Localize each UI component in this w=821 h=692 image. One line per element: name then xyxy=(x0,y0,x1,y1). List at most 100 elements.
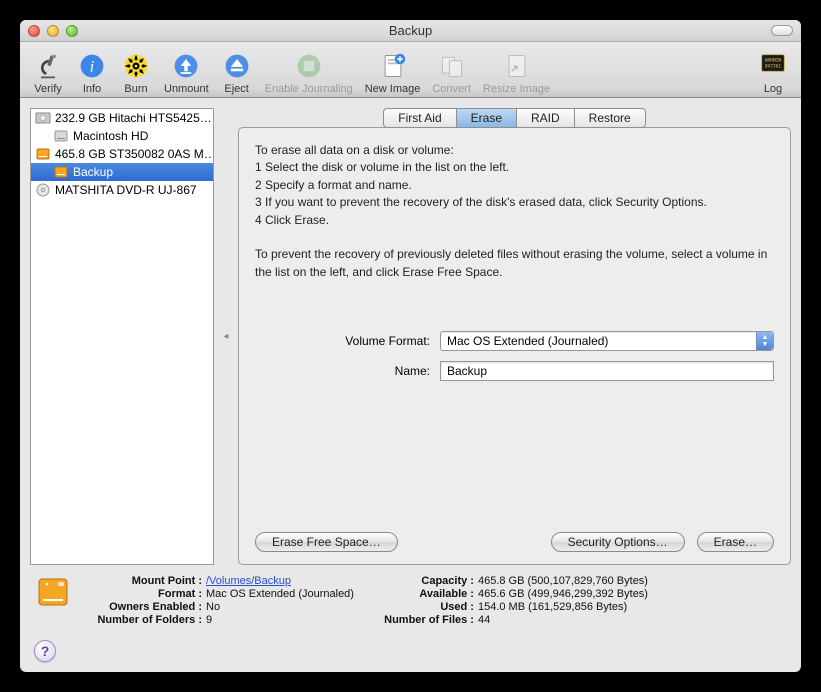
info-value: 44 xyxy=(478,614,648,626)
external-disk-icon xyxy=(35,146,51,162)
info-value: 465.6 GB (499,946,299,392 Bytes) xyxy=(478,588,648,600)
toolbar-new-image[interactable]: New Image xyxy=(359,50,427,95)
security-options-button[interactable]: Security Options… xyxy=(551,532,685,552)
svg-text:WARNIN: WARNIN xyxy=(765,58,782,64)
window: Backup Verify i Info Burn Unmount xyxy=(20,20,801,672)
resize-image-icon xyxy=(501,50,533,82)
optical-drive-icon xyxy=(35,182,51,198)
select-arrows-icon: ▲▼ xyxy=(756,332,773,350)
info-value: 465.8 GB (500,107,829,760 Bytes) xyxy=(478,575,648,587)
new-image-icon xyxy=(377,50,409,82)
panel-buttons: Erase Free Space… Security Options… Eras… xyxy=(255,522,774,552)
toolbar-enable-journaling: Enable Journaling xyxy=(259,50,359,95)
eject-icon xyxy=(221,50,253,82)
window-title: Backup xyxy=(20,23,801,38)
sidebar-item-disk[interactable]: 232.9 GB Hitachi HTS5425… xyxy=(31,109,213,127)
svg-text:i: i xyxy=(90,58,94,75)
toolbar-label: Info xyxy=(83,83,101,95)
volume-format-value: Mac OS Extended (Journaled) xyxy=(441,334,756,348)
volume-format-select[interactable]: Mac OS Extended (Journaled) ▲▼ xyxy=(440,331,774,351)
volume-format-label: Volume Format: xyxy=(255,334,430,348)
tab-first-aid[interactable]: First Aid xyxy=(383,108,456,128)
info-right-col: Capacity : 465.8 GB (500,107,829,760 Byt… xyxy=(364,575,648,626)
toolbar-label: Enable Journaling xyxy=(265,83,353,95)
sidebar-item-volume[interactable]: Macintosh HD xyxy=(31,127,213,145)
instructions-note: To prevent the recovery of previously de… xyxy=(255,246,774,281)
tab-bar: First Aid Erase RAID Restore xyxy=(238,108,791,128)
toolbar-convert: Convert xyxy=(426,50,477,95)
info-key: Available : xyxy=(364,588,474,600)
info-left-col: Mount Point : /Volumes/Backup Format : M… xyxy=(82,575,354,626)
external-volume-icon xyxy=(53,164,69,180)
toolbar-eject[interactable]: Eject xyxy=(215,50,259,95)
erase-free-space-button[interactable]: Erase Free Space… xyxy=(255,532,398,552)
svg-text:0X7361: 0X7361 xyxy=(765,64,782,70)
toolbar-resize-image: Resize Image xyxy=(477,50,556,95)
instructions-step: 2 Specify a format and name. xyxy=(255,177,774,194)
sidebar-item-label: 465.8 GB ST350082 0AS M… xyxy=(55,147,213,161)
log-icon: WARNIN0X7361 xyxy=(757,50,789,82)
info-key: Number of Files : xyxy=(364,614,474,626)
tab-raid[interactable]: RAID xyxy=(517,108,575,128)
split-divider[interactable]: ◂ xyxy=(224,108,228,565)
sidebar-item-volume-selected[interactable]: Backup xyxy=(31,163,213,181)
instructions-step: 4 Click Erase. xyxy=(255,212,774,229)
info-strip: Mount Point : /Volumes/Backup Format : M… xyxy=(20,565,801,640)
toolbar-info[interactable]: i Info xyxy=(70,50,114,95)
toolbar-toggle-pill[interactable] xyxy=(771,25,793,36)
minimize-button[interactable] xyxy=(47,25,59,37)
info-key: Owners Enabled : xyxy=(82,601,202,613)
toolbar-log[interactable]: WARNIN0X7361 Log xyxy=(751,50,795,95)
info-icon: i xyxy=(76,50,108,82)
sidebar-item-label: MATSHITA DVD-R UJ-867 xyxy=(55,183,197,197)
sidebar-item-optical[interactable]: MATSHITA DVD-R UJ-867 xyxy=(31,181,213,199)
sidebar-item-label: Macintosh HD xyxy=(73,129,148,143)
toolbar-burn[interactable]: Burn xyxy=(114,50,158,95)
internal-volume-icon xyxy=(53,128,69,144)
info-key: Number of Folders : xyxy=(82,614,202,626)
sidebar-item-disk[interactable]: 465.8 GB ST350082 0AS M… xyxy=(31,145,213,163)
tab-restore[interactable]: Restore xyxy=(575,108,646,128)
toolbar-label: Burn xyxy=(124,83,147,95)
toolbar-label: Unmount xyxy=(164,83,209,95)
journaling-icon xyxy=(293,50,325,82)
toolbar-label: Log xyxy=(764,83,782,95)
microscope-icon xyxy=(32,50,64,82)
zoom-button[interactable] xyxy=(66,25,78,37)
info-value: Mac OS Extended (Journaled) xyxy=(206,588,354,600)
disk-sidebar[interactable]: 232.9 GB Hitachi HTS5425… Macintosh HD 4… xyxy=(30,108,214,565)
instructions: To erase all data on a disk or volume: 1… xyxy=(255,142,774,281)
sidebar-item-label: Backup xyxy=(73,165,113,179)
name-input[interactable] xyxy=(440,361,774,381)
volume-big-icon xyxy=(36,575,70,609)
toolbar-label: Eject xyxy=(224,83,248,95)
instructions-step: 3 If you want to prevent the recovery of… xyxy=(255,194,774,211)
info-value: 154.0 MB (161,529,856 Bytes) xyxy=(478,601,648,613)
mount-point-link[interactable]: /Volumes/Backup xyxy=(206,575,291,587)
erase-panel: To erase all data on a disk or volume: 1… xyxy=(238,127,791,565)
toolbar-label: Resize Image xyxy=(483,83,550,95)
name-row: Name: xyxy=(255,361,774,381)
sidebar-item-label: 232.9 GB Hitachi HTS5425… xyxy=(55,111,212,125)
info-key: Mount Point : xyxy=(82,575,202,587)
help-button[interactable]: ? xyxy=(34,640,56,662)
internal-disk-icon xyxy=(35,110,51,126)
tab-erase[interactable]: Erase xyxy=(457,108,517,128)
toolbar-verify[interactable]: Verify xyxy=(26,50,70,95)
info-key: Capacity : xyxy=(364,575,474,587)
toolbar-unmount[interactable]: Unmount xyxy=(158,50,215,95)
content-area: 232.9 GB Hitachi HTS5425… Macintosh HD 4… xyxy=(20,98,801,565)
unmount-icon xyxy=(170,50,202,82)
toolbar-label: New Image xyxy=(365,83,421,95)
close-button[interactable] xyxy=(28,25,40,37)
info-value: 9 xyxy=(206,614,354,626)
convert-icon xyxy=(436,50,468,82)
instructions-intro: To erase all data on a disk or volume: xyxy=(255,142,774,159)
info-value: No xyxy=(206,601,354,613)
toolbar-label: Verify xyxy=(34,83,62,95)
toolbar-label: Convert xyxy=(432,83,471,95)
instructions-step: 1 Select the disk or volume in the list … xyxy=(255,159,774,176)
titlebar: Backup xyxy=(20,20,801,42)
toolbar: Verify i Info Burn Unmount Eject xyxy=(20,42,801,98)
erase-button[interactable]: Erase… xyxy=(697,532,774,552)
